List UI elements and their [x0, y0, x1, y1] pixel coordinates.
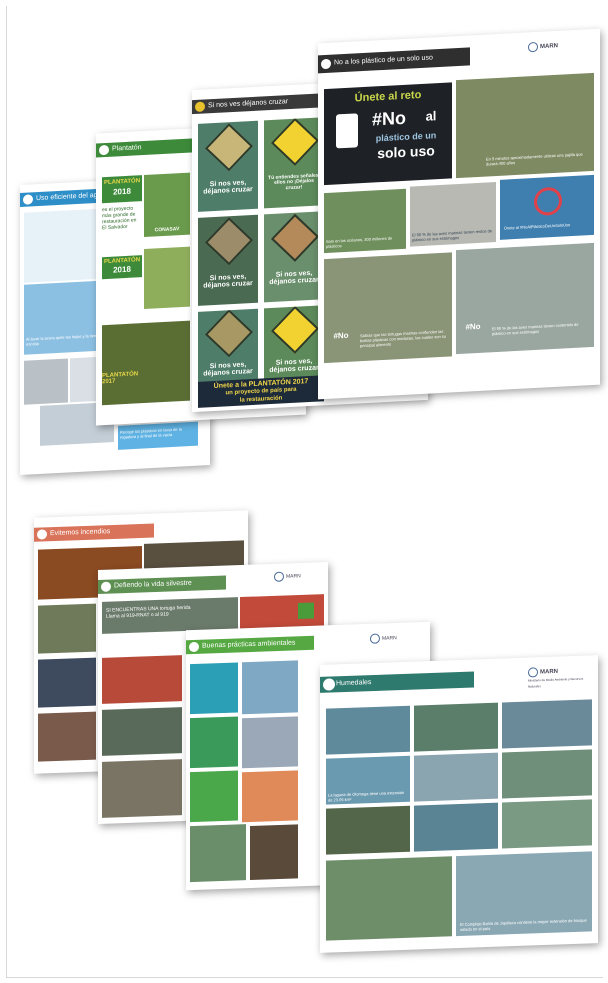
ocelot-sign-icon	[204, 123, 254, 172]
crossing-tile-6: Si nos ves, déjanos cruzar	[264, 305, 324, 387]
hand-icon-tile	[298, 602, 314, 620]
turtle-plastic-photo: #No Sabías que las tortugas marinas conf…	[324, 252, 452, 364]
poster-plastic-header: No a los plástico de un solo uso	[318, 47, 470, 74]
wetland-photo-1	[326, 705, 410, 755]
plantaton-badge-1: PLANTATÓN 2018	[102, 175, 142, 204]
wetland-photo-3	[502, 699, 592, 749]
crossing-tile-4: Si nos ves, déjanos cruzar	[264, 211, 324, 303]
wetland-photo-9	[502, 799, 592, 849]
wetland-photo-10	[326, 856, 452, 941]
leaf-icon-2	[101, 581, 111, 592]
poster-fires-header: Evitemos incendios	[34, 523, 154, 542]
poster-wetlands-header: Humedales	[320, 671, 474, 693]
beach-plastic-photo: Solo en los océanos, 300 millones de plá…	[324, 188, 406, 254]
basket-photo	[242, 770, 298, 823]
bottle-photo	[102, 707, 182, 756]
raccoon-sign-icon	[204, 309, 254, 358]
poster-single-use-plastic: No a los plástico de un solo uso MARN Ún…	[318, 28, 600, 400]
deer-sign-icon	[270, 213, 320, 262]
plantaton-2017-banner: Únete a la PLANTATÓN 2017 un proyecto de…	[198, 375, 324, 408]
pencil-practice-tile	[190, 716, 238, 769]
poster-defense-header: Defiendo la vida silvestre	[98, 575, 226, 595]
marn-logo-3: MARN	[370, 632, 426, 644]
crossing-tile-1: Si nos ves, déjanos cruzar	[198, 120, 258, 212]
turtle-photo-top: En 5 minutos aproximadamente utilizas un…	[456, 72, 594, 179]
water-drop-icon	[23, 194, 33, 205]
fire-photo-2	[38, 603, 96, 654]
plantaton-bottom-text: PLANTATÓN 2017	[102, 371, 139, 386]
no-sign-icon	[534, 186, 562, 217]
water-practice-tile	[190, 662, 238, 715]
wetland-photo-5	[414, 752, 498, 802]
plantaton-badge-2: PLANTATÓN 2018	[102, 255, 142, 280]
compost-photo	[250, 824, 298, 881]
food-practice-tile	[190, 770, 238, 823]
fire-icon	[37, 529, 47, 540]
poster-practices-header: Buenas prácticas ambientales	[186, 635, 314, 655]
coat-of-arms-icon-3	[370, 633, 380, 644]
animals-sign-icon	[270, 117, 320, 166]
seabird-photo: El 90 % de las aves marinas tienen resto…	[410, 182, 496, 247]
poster-wetlands: Humedales MARN Ministerio de Medio Ambie…	[320, 655, 598, 953]
wetland-photo-8	[414, 802, 498, 852]
marn-logo-4: MARN Ministerio de Medio Ambiente y Recu…	[528, 667, 584, 689]
paw-icon	[195, 101, 205, 113]
bus-photo	[242, 716, 298, 769]
anteater-sign-icon	[204, 217, 254, 266]
no-straw-photo: Únete al #NoAlPlásticoDeUnSoloUso	[500, 174, 594, 240]
plantaton-photo-planting	[144, 246, 190, 309]
wetland-photo-6	[502, 749, 592, 799]
woman-photo	[190, 824, 246, 883]
leaf-icon	[99, 144, 109, 156]
coat-of-arms-icon-2	[274, 571, 284, 582]
animals-sign-icon-2	[270, 305, 320, 354]
wetland-icon	[323, 678, 335, 691]
challenge-panel: Únete al reto #No al plástico de un solo…	[324, 82, 452, 186]
crossing-tile-5: Si nos ves, déjanos cruzar	[198, 308, 258, 390]
water-photo-faucet	[24, 358, 68, 405]
plastic-bag-graphic	[336, 113, 358, 149]
hiker-photo	[242, 660, 298, 715]
coat-of-arms-icon-4	[528, 667, 538, 678]
fire-photo-3	[38, 657, 96, 708]
coat-of-arms-icon	[528, 41, 538, 53]
wetland-photo-2	[414, 702, 498, 752]
marn-logo-2: MARN	[274, 570, 324, 582]
plantaton-badge-1-text: es el proyecto más grande de restauració…	[102, 205, 137, 232]
wetland-photo-7	[326, 805, 410, 855]
check-icon	[189, 641, 199, 653]
crossing-tile-2: Tú entiendes señales, ellos no ¡Déjalos …	[264, 117, 324, 209]
iguana-photo	[102, 759, 182, 818]
plastic-bag-icon	[321, 58, 331, 70]
marn-logo: MARN	[528, 39, 592, 53]
bird-plastic-photo: #No El 90 % de las aves marinas tienen c…	[456, 242, 594, 355]
poster-wildlife-header: Si nos ves déjanos cruzar	[192, 92, 334, 115]
fire-photo-4	[38, 711, 96, 762]
plantaton-bottom-photo	[102, 320, 190, 406]
crossing-tile-3: Si nos ves, déjanos cruzar	[198, 214, 258, 306]
red-tank-photo	[102, 655, 182, 704]
